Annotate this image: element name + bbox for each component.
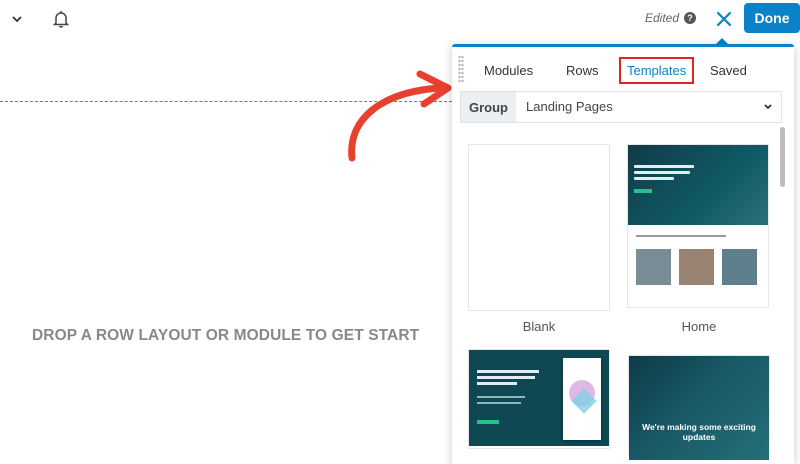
panel-scrollbar[interactable] [780,127,785,187]
thumbnail-hero [628,145,768,225]
thumbnail-text [636,235,726,237]
template-home[interactable] [627,144,769,308]
tab-saved[interactable]: Saved [710,63,747,78]
template-label-blank: Blank [522,319,556,334]
top-toolbar: Edited ? Done [0,0,800,38]
close-icon[interactable] [712,7,736,31]
thumbnail-heading: We're making some exciting updates [642,422,756,442]
edited-label: Edited [645,11,680,25]
chevron-down-icon[interactable] [761,100,775,114]
thumbnail-hero [469,350,609,446]
annotation-arrow [348,70,452,162]
tab-templates[interactable]: Templates [618,57,695,84]
group-button[interactable]: Group [461,92,516,122]
content-panel: Modules Rows Templates Saved Group Landi… [452,44,794,464]
template-blank[interactable] [468,144,610,311]
help-icon[interactable]: ? [684,12,697,24]
thumbnail-photo [722,249,757,285]
done-button[interactable]: Done [744,3,800,33]
thumbnail-document [563,358,601,440]
tab-modules[interactable]: Modules [484,63,533,78]
thumbnail-photo [679,249,714,285]
group-select[interactable]: Landing Pages [526,99,613,114]
panel-tabs: Modules Rows Templates Saved [452,47,794,93]
template-label-home: Home [681,319,717,334]
group-filter: Group Landing Pages [460,91,782,123]
tab-rows[interactable]: Rows [566,63,599,78]
template-tile[interactable]: We're making some exciting updates [628,355,770,460]
thumbnail-hero: We're making some exciting updates [629,356,769,460]
chevron-down-icon[interactable] [4,6,30,32]
drop-zone-message: DROP A ROW LAYOUT OR MODULE TO GET START [32,327,420,344]
bell-icon[interactable] [48,6,74,32]
edited-status: Edited ? [645,11,697,25]
thumbnail-photo [636,249,671,285]
template-tile[interactable] [468,349,610,449]
